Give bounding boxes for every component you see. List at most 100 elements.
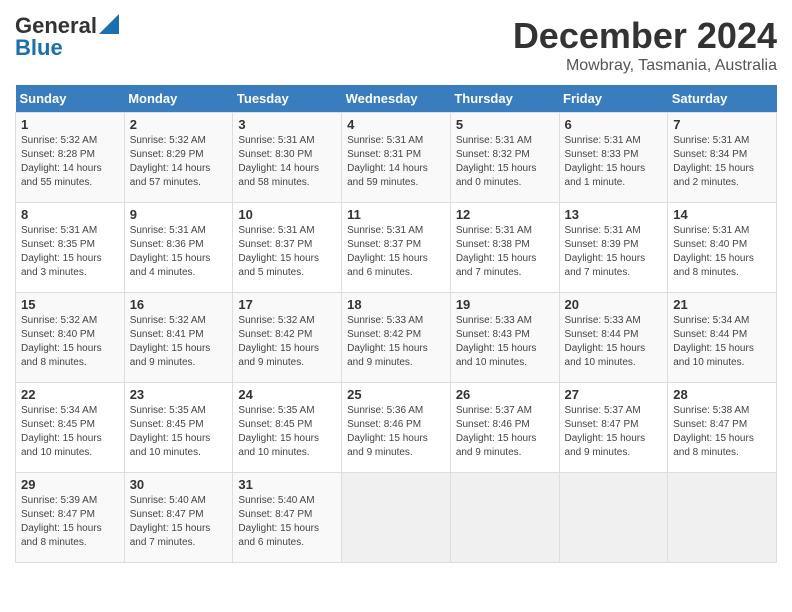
day-number: 26 <box>456 387 554 402</box>
day-cell: 17 Sunrise: 5:32 AMSunset: 8:42 PMDayligh… <box>233 293 342 383</box>
day-info: Sunrise: 5:31 AMSunset: 8:34 PMDaylight:… <box>673 134 771 190</box>
day-cell: 7Sunrise: 5:31 AMSunset: 8:34 PMDaylight… <box>668 113 777 203</box>
logo-general: General <box>15 15 97 37</box>
day-number: 19 <box>456 297 554 312</box>
day-cell: 28Sunrise: 5:38 AMSunset: 8:47 PMDayligh… <box>668 383 777 473</box>
day-cell: 18 Sunrise: 5:33 AMSunset: 8:42 PMDayligh… <box>342 293 451 383</box>
day-number: 24 <box>238 387 336 402</box>
day-number: 8 <box>21 207 119 222</box>
day-cell <box>668 473 777 563</box>
day-cell: 2 Sunrise: 5:32 AMSunset: 8:29 PMDaylight… <box>124 113 233 203</box>
day-cell <box>559 473 668 563</box>
day-cell: 13 Sunrise: 5:31 AMSunset: 8:39 PMDayligh… <box>559 203 668 293</box>
col-header-saturday: Saturday <box>668 85 777 113</box>
day-cell: 30 Sunrise: 5:40 AMSunset: 8:47 PMDayligh… <box>124 473 233 563</box>
day-number: 30 <box>130 477 228 492</box>
day-cell: 21Sunrise: 5:34 AMSunset: 8:44 PMDayligh… <box>668 293 777 383</box>
day-cell: 25 Sunrise: 5:36 AMSunset: 8:46 PMDayligh… <box>342 383 451 473</box>
day-cell: 20Sunrise: 5:33 AMSunset: 8:44 PMDayligh… <box>559 293 668 383</box>
day-cell: 15Sunrise: 5:32 AMSunset: 8:40 PMDayligh… <box>16 293 125 383</box>
day-info: Sunrise: 5:35 AMSunset: 8:45 PMDaylight:… <box>130 404 228 460</box>
day-info: Sunrise: 5:31 AMSunset: 8:37 PMDaylight:… <box>238 224 336 280</box>
day-number: 28 <box>673 387 771 402</box>
col-header-friday: Friday <box>559 85 668 113</box>
col-header-sunday: Sunday <box>16 85 125 113</box>
day-number: 3 <box>238 117 336 132</box>
col-header-tuesday: Tuesday <box>233 85 342 113</box>
day-info: Sunrise: 5:31 AMSunset: 8:33 PMDaylight:… <box>565 134 663 190</box>
day-info: Sunrise: 5:39 AMSunset: 8:47 PMDaylight:… <box>21 494 119 550</box>
day-info: Sunrise: 5:31 AMSunset: 8:39 PMDaylight:… <box>565 224 663 280</box>
day-cell: 3Sunrise: 5:31 AMSunset: 8:30 PMDaylight… <box>233 113 342 203</box>
day-cell: 9 Sunrise: 5:31 AMSunset: 8:36 PMDaylight… <box>124 203 233 293</box>
day-number: 23 <box>130 387 228 402</box>
day-number: 25 <box>347 387 445 402</box>
week-row-3: 15Sunrise: 5:32 AMSunset: 8:40 PMDayligh… <box>16 293 777 383</box>
day-number: 11 <box>347 207 445 222</box>
day-cell: 11 Sunrise: 5:31 AMSunset: 8:37 PMDayligh… <box>342 203 451 293</box>
day-number: 10 <box>238 207 336 222</box>
day-cell: 29 Sunrise: 5:39 AMSunset: 8:47 PMDayligh… <box>16 473 125 563</box>
day-info: Sunrise: 5:32 AMSunset: 8:29 PMDaylight:… <box>130 134 228 190</box>
day-info: Sunrise: 5:31 AMSunset: 8:40 PMDaylight:… <box>673 224 771 280</box>
day-info: Sunrise: 5:36 AMSunset: 8:46 PMDaylight:… <box>347 404 445 460</box>
day-number: 5 <box>456 117 554 132</box>
day-cell: 31 Sunrise: 5:40 AMSunset: 8:47 PMDayligh… <box>233 473 342 563</box>
logo: General Blue <box>15 15 119 61</box>
week-row-1: 1Sunrise: 5:32 AMSunset: 8:28 PMDaylight… <box>16 113 777 203</box>
day-number: 12 <box>456 207 554 222</box>
day-info: Sunrise: 5:37 AMSunset: 8:47 PMDaylight:… <box>565 404 663 460</box>
day-cell: 26 Sunrise: 5:37 AMSunset: 8:46 PMDayligh… <box>450 383 559 473</box>
day-info: Sunrise: 5:31 AMSunset: 8:37 PMDaylight:… <box>347 224 445 280</box>
day-info: Sunrise: 5:33 AMSunset: 8:42 PMDaylight:… <box>347 314 445 370</box>
col-header-wednesday: Wednesday <box>342 85 451 113</box>
day-cell <box>450 473 559 563</box>
page-header: General Blue December 2024 Mowbray, Tasm… <box>15 15 777 75</box>
day-cell: 16Sunrise: 5:32 AMSunset: 8:41 PMDayligh… <box>124 293 233 383</box>
day-info: Sunrise: 5:31 AMSunset: 8:31 PMDaylight:… <box>347 134 445 190</box>
day-cell: 1Sunrise: 5:32 AMSunset: 8:28 PMDaylight… <box>16 113 125 203</box>
day-number: 17 <box>238 297 336 312</box>
day-info: Sunrise: 5:37 AMSunset: 8:46 PMDaylight:… <box>456 404 554 460</box>
calendar-table: SundayMondayTuesdayWednesdayThursdayFrid… <box>15 85 777 563</box>
col-header-thursday: Thursday <box>450 85 559 113</box>
week-row-4: 22 Sunrise: 5:34 AMSunset: 8:45 PMDayligh… <box>16 383 777 473</box>
day-cell: 27Sunrise: 5:37 AMSunset: 8:47 PMDayligh… <box>559 383 668 473</box>
day-cell: 19 Sunrise: 5:33 AMSunset: 8:43 PMDayligh… <box>450 293 559 383</box>
day-info: Sunrise: 5:32 AMSunset: 8:42 PMDaylight:… <box>238 314 336 370</box>
day-number: 6 <box>565 117 663 132</box>
day-info: Sunrise: 5:40 AMSunset: 8:47 PMDaylight:… <box>238 494 336 550</box>
day-info: Sunrise: 5:40 AMSunset: 8:47 PMDaylight:… <box>130 494 228 550</box>
location: Mowbray, Tasmania, Australia <box>513 57 777 75</box>
day-info: Sunrise: 5:31 AMSunset: 8:38 PMDaylight:… <box>456 224 554 280</box>
day-number: 22 <box>21 387 119 402</box>
day-cell: 12 Sunrise: 5:31 AMSunset: 8:38 PMDayligh… <box>450 203 559 293</box>
title-area: December 2024 Mowbray, Tasmania, Austral… <box>513 15 777 75</box>
day-number: 31 <box>238 477 336 492</box>
day-number: 29 <box>21 477 119 492</box>
day-number: 2 <box>130 117 228 132</box>
day-number: 18 <box>347 297 445 312</box>
day-info: Sunrise: 5:35 AMSunset: 8:45 PMDaylight:… <box>238 404 336 460</box>
week-row-5: 29 Sunrise: 5:39 AMSunset: 8:47 PMDayligh… <box>16 473 777 563</box>
day-cell: 24 Sunrise: 5:35 AMSunset: 8:45 PMDayligh… <box>233 383 342 473</box>
header-row: SundayMondayTuesdayWednesdayThursdayFrid… <box>16 85 777 113</box>
day-cell <box>342 473 451 563</box>
day-info: Sunrise: 5:32 AMSunset: 8:40 PMDaylight:… <box>21 314 119 370</box>
day-info: Sunrise: 5:33 AMSunset: 8:43 PMDaylight:… <box>456 314 554 370</box>
day-cell: 23 Sunrise: 5:35 AMSunset: 8:45 PMDayligh… <box>124 383 233 473</box>
col-header-monday: Monday <box>124 85 233 113</box>
day-number: 4 <box>347 117 445 132</box>
day-cell: 5Sunrise: 5:31 AMSunset: 8:32 PMDaylight… <box>450 113 559 203</box>
day-number: 9 <box>130 207 228 222</box>
day-cell: 22 Sunrise: 5:34 AMSunset: 8:45 PMDayligh… <box>16 383 125 473</box>
day-info: Sunrise: 5:33 AMSunset: 8:44 PMDaylight:… <box>565 314 663 370</box>
day-number: 21 <box>673 297 771 312</box>
day-info: Sunrise: 5:34 AMSunset: 8:45 PMDaylight:… <box>21 404 119 460</box>
logo-blue: Blue <box>15 35 63 61</box>
day-info: Sunrise: 5:31 AMSunset: 8:36 PMDaylight:… <box>130 224 228 280</box>
day-number: 14 <box>673 207 771 222</box>
day-number: 13 <box>565 207 663 222</box>
day-cell: 10 Sunrise: 5:31 AMSunset: 8:37 PMDayligh… <box>233 203 342 293</box>
day-number: 1 <box>21 117 119 132</box>
